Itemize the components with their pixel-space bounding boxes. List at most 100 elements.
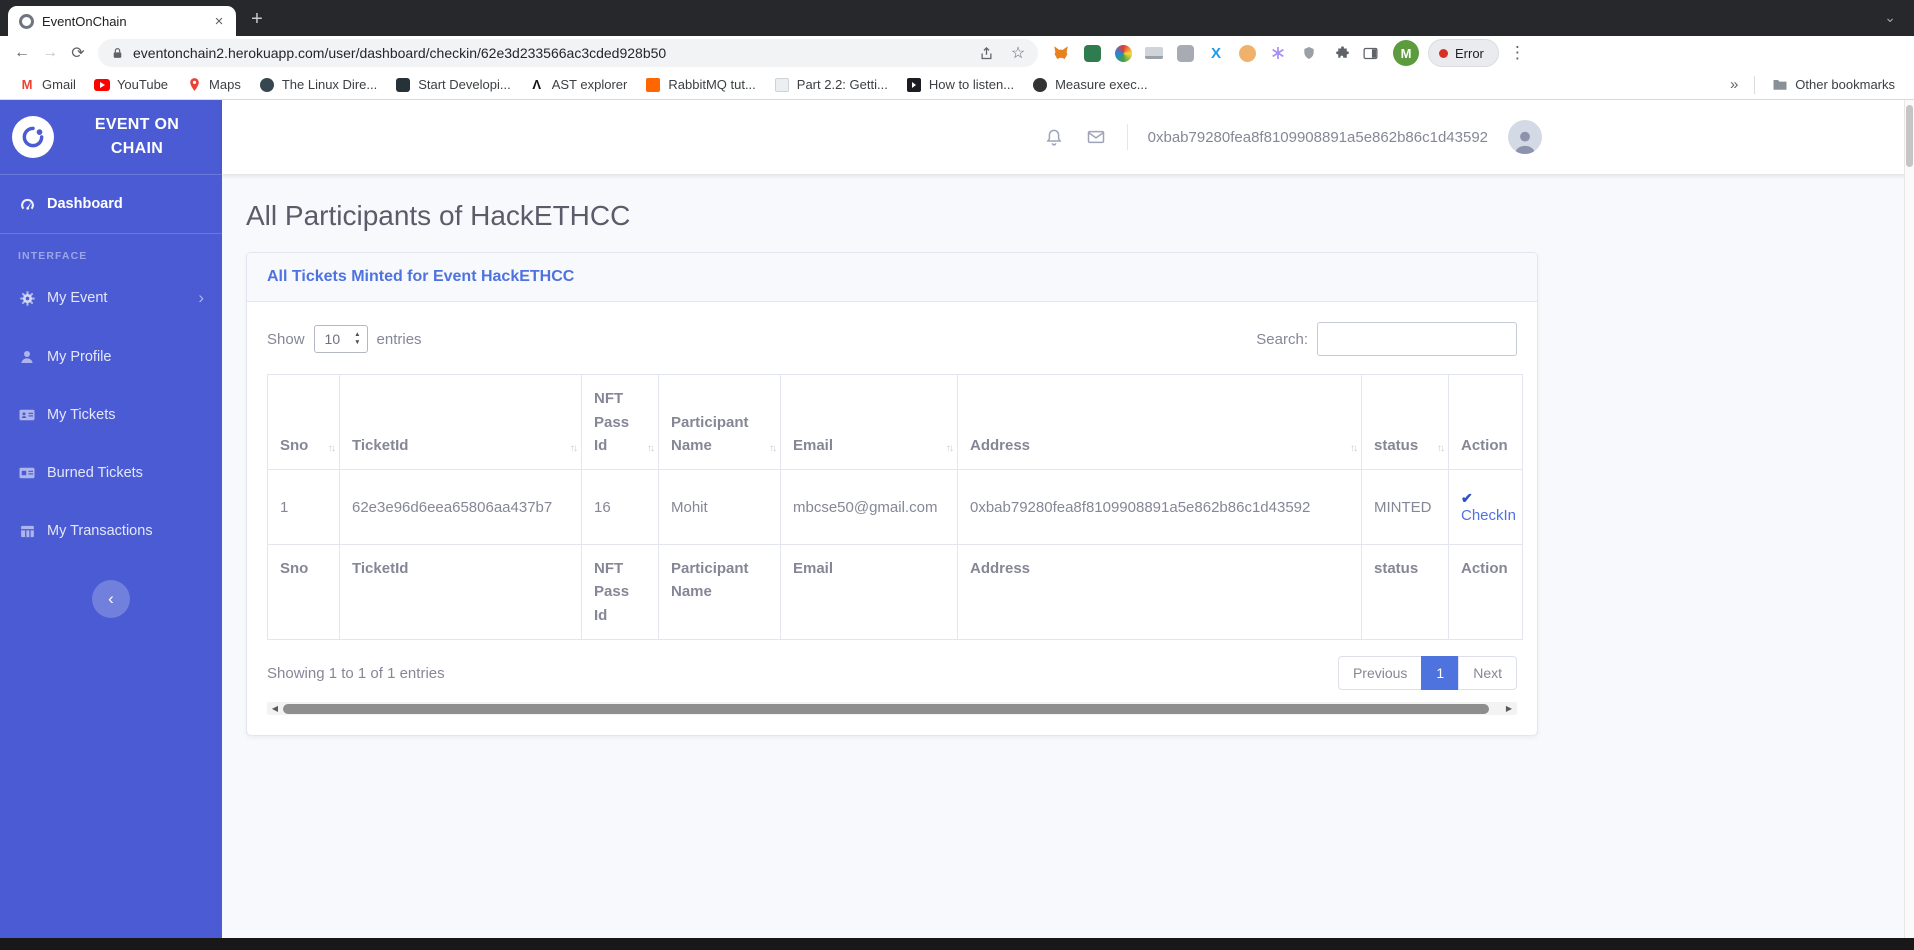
bookmark-label: AST explorer xyxy=(551,77,628,92)
bell-icon[interactable] xyxy=(1043,126,1065,148)
page-length-select[interactable]: 10 xyxy=(313,325,368,353)
dashboard-gauge-icon xyxy=(18,195,36,213)
sort-icon: ↑↓ xyxy=(769,442,777,454)
page-content: EVENT ON CHAIN Dashboard INTERFACE My Ev… xyxy=(0,100,1914,950)
omnibox-actions: ☆ xyxy=(972,39,1032,67)
avatar-face-extension-icon[interactable] xyxy=(1238,44,1256,62)
tab-search-chevron-icon[interactable]: ⌄ xyxy=(1884,9,1914,36)
forward-button[interactable]: → xyxy=(36,39,64,67)
bookmark-star-icon[interactable]: ☆ xyxy=(1004,39,1032,67)
envelope-icon[interactable] xyxy=(1085,126,1107,148)
reload-button[interactable]: ⟳ xyxy=(64,39,92,67)
pagination-next[interactable]: Next xyxy=(1458,656,1517,690)
sidebar-item-my-transactions[interactable]: My Transactions xyxy=(0,502,222,560)
horizontal-scrollbar[interactable]: ◀ ▶ xyxy=(267,702,1517,715)
menu-kebab-icon[interactable]: ⋮ xyxy=(1499,43,1536,63)
bookmark-rabbitmq[interactable]: RabbitMQ tut... xyxy=(636,74,764,96)
footer-col-sno: Sno xyxy=(267,544,340,640)
pagination-previous[interactable]: Previous xyxy=(1337,656,1423,690)
gray-extension-icon[interactable] xyxy=(1176,44,1194,62)
footer-col-nft-pass-id: NFT Pass Id xyxy=(581,544,659,640)
browser-tab[interactable]: EventOnChain × xyxy=(8,6,236,36)
col-header-ticketid[interactable]: TicketId ↑↓ xyxy=(339,374,582,470)
share-icon[interactable] xyxy=(972,39,1000,67)
scrollbar-track[interactable] xyxy=(283,702,1501,715)
cell-ticketid: 62e3e96d6eea65806aa437b7 xyxy=(339,469,582,545)
bookmark-label: Start Developi... xyxy=(418,77,511,92)
x-extension-icon[interactable]: X xyxy=(1207,44,1225,62)
col-header-participant-name[interactable]: Participant Name ↑↓ xyxy=(658,374,781,470)
bookmark-measure-exec[interactable]: Measure exec... xyxy=(1023,74,1157,96)
bookmark-maps[interactable]: Maps xyxy=(177,74,250,96)
search-input[interactable] xyxy=(1317,322,1517,356)
sort-icon: ↑↓ xyxy=(1437,442,1445,454)
metamask-fox-icon[interactable] xyxy=(1052,44,1070,62)
site-info-lock-icon[interactable] xyxy=(111,47,124,60)
sidebar-item-burned-tickets[interactable]: Burned Tickets xyxy=(0,444,222,502)
brand-title: EVENT ON CHAIN xyxy=(64,113,210,161)
bookmark-start-developing[interactable]: Start Developi... xyxy=(386,74,520,96)
user-avatar[interactable] xyxy=(1508,120,1542,154)
col-header-nft-pass-id[interactable]: NFT Pass Id ↑↓ xyxy=(581,374,659,470)
pagination-page-1[interactable]: 1 xyxy=(1421,656,1460,690)
bookmarks-overflow-chevron-icon[interactable]: » xyxy=(1722,76,1746,93)
new-tab-button[interactable]: + xyxy=(243,5,271,33)
cell-address: 0xbab79280fea8f8109908891a5e862b86c1d435… xyxy=(957,469,1362,545)
bookmark-ast-explorer[interactable]: Λ AST explorer xyxy=(520,74,637,96)
checkin-link[interactable]: CheckIn xyxy=(1461,507,1516,524)
back-button[interactable]: ← xyxy=(8,39,36,67)
sidebar-item-my-event[interactable]: My Event › xyxy=(0,268,222,328)
side-panel-icon[interactable] xyxy=(1356,39,1384,67)
footer-col-address: Address xyxy=(957,544,1362,640)
col-header-email[interactable]: Email ↑↓ xyxy=(780,374,958,470)
scrollbar-thumb[interactable] xyxy=(283,703,1489,714)
bookmark-gmail[interactable]: M Gmail xyxy=(10,74,85,96)
table-info: Showing 1 to 1 of 1 entries xyxy=(267,664,445,682)
extension-icons: X xyxy=(1052,44,1318,62)
light-square-icon xyxy=(774,77,790,93)
sidebar-item-dashboard[interactable]: Dashboard xyxy=(0,175,222,233)
scroll-right-arrow-icon[interactable]: ▶ xyxy=(1501,702,1517,715)
other-bookmarks-button[interactable]: Other bookmarks xyxy=(1763,74,1904,96)
col-header-status[interactable]: status ↑↓ xyxy=(1361,374,1449,470)
bookmark-part-2-2[interactable]: Part 2.2: Getti... xyxy=(765,74,897,96)
sync-error-button[interactable]: Error xyxy=(1428,39,1499,67)
brand-line-1: EVENT ON xyxy=(94,116,180,133)
video-icon xyxy=(906,77,922,93)
footer-col-email: Email xyxy=(780,544,958,640)
shield-extension-icon[interactable] xyxy=(1300,44,1318,62)
browser-profile-avatar[interactable]: M xyxy=(1393,40,1419,66)
color-picker-extension-icon[interactable] xyxy=(1114,44,1132,62)
laptop-extension-icon[interactable] xyxy=(1145,44,1163,62)
sidebar-brand[interactable]: EVENT ON CHAIN xyxy=(0,100,222,174)
vertical-scrollbar-thumb[interactable] xyxy=(1906,105,1913,167)
dark-circle-icon xyxy=(1032,77,1048,93)
snowflake-extension-icon[interactable] xyxy=(1269,44,1287,62)
col-header-sno[interactable]: Sno ↑↓ xyxy=(267,374,340,470)
scroll-left-arrow-icon[interactable]: ◀ xyxy=(267,702,283,715)
footer-col-status: status xyxy=(1361,544,1449,640)
participants-table: Sno ↑↓ TicketId ↑↓ NFT Pass Id ↑↓ Participa… xyxy=(267,374,1523,640)
green-extension-icon[interactable] xyxy=(1083,44,1101,62)
sidebar-item-my-profile[interactable]: My Profile xyxy=(0,328,222,386)
topbar: 0xbab79280fea8f8109908891a5e862b86c1d435… xyxy=(222,100,1914,174)
col-header-action[interactable]: Action xyxy=(1448,374,1523,470)
vertical-scrollbar[interactable] xyxy=(1904,100,1914,950)
sidebar-item-label: Burned Tickets xyxy=(47,465,143,481)
sidebar-collapse-button[interactable]: ‹ xyxy=(92,580,130,618)
page-title: All Participants of HackETHCC xyxy=(246,200,631,231)
col-header-address[interactable]: Address ↑↓ xyxy=(957,374,1362,470)
sort-icon: ↑↓ xyxy=(647,442,655,454)
bookmark-linux[interactable]: The Linux Dire... xyxy=(250,74,386,96)
extensions-puzzle-icon[interactable] xyxy=(1328,39,1356,67)
sidebar-item-label: My Profile xyxy=(47,349,112,365)
tab-favicon-icon xyxy=(19,13,34,29)
sidebar-item-my-tickets[interactable]: My Tickets xyxy=(0,386,222,444)
bookmark-youtube[interactable]: YouTube xyxy=(85,74,177,96)
address-bar[interactable]: eventonchain2.herokuapp.com/user/dashboa… xyxy=(98,39,1038,67)
bookmark-how-to-listen[interactable]: How to listen... xyxy=(897,74,1023,96)
ticket-card-icon xyxy=(18,406,36,424)
table-header-row: Sno ↑↓ TicketId ↑↓ NFT Pass Id ↑↓ Participa… xyxy=(267,374,1523,470)
tab-close-icon[interactable]: × xyxy=(210,12,228,30)
page-length-control: Show 10 ▲ ▼ entries xyxy=(267,325,422,353)
